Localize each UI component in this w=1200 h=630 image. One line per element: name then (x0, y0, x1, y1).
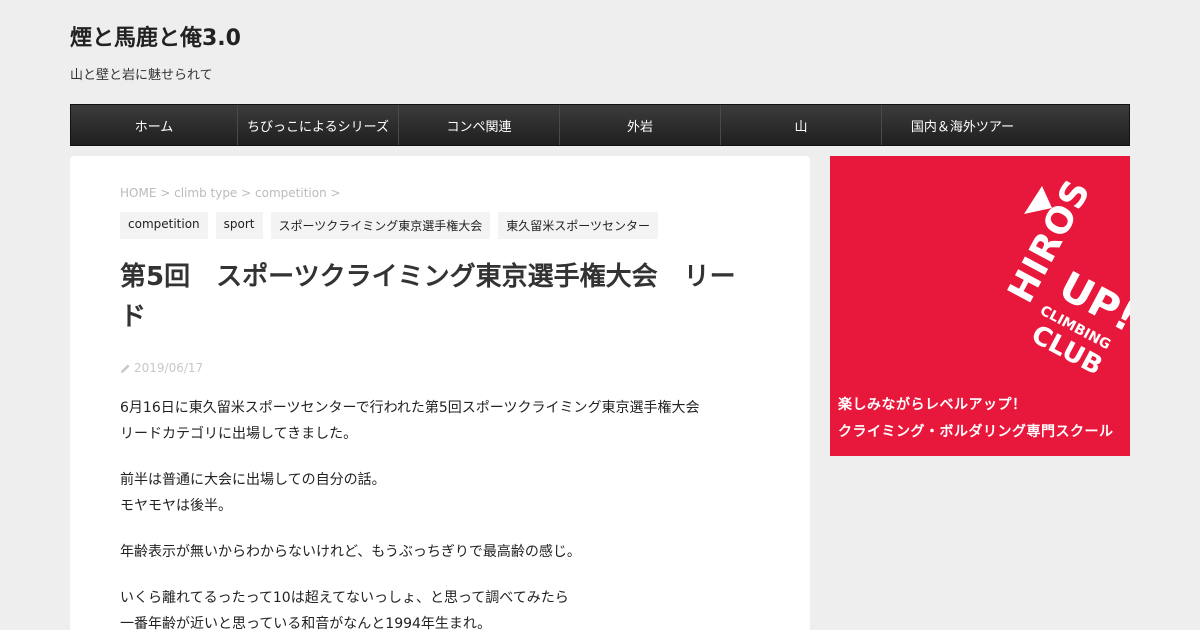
paragraph-line: モヤモヤは後半。 (120, 498, 232, 514)
paragraph-line: 一番年齢が近いと思っている和音がなんと1994年生まれ。 (120, 616, 492, 630)
nav-item-kids-series[interactable]: ちびっこによるシリーズ (238, 105, 399, 145)
paragraph: 年齢表示が無いからわからないけれど、もうぶっちぎりで最高齢の感じ。 (120, 539, 760, 565)
post-content: 6月16日に東久留米スポーツセンターで行われた第5回スポーツクライミング東京選手… (120, 395, 760, 630)
nav-item-home[interactable]: ホーム (71, 105, 238, 145)
paragraph: 6月16日に東久留米スポーツセンターで行われた第5回スポーツクライミング東京選手… (120, 395, 760, 447)
paragraph-line: 前半は普通に大会に出場しての自分の話。 (120, 472, 386, 488)
paragraph: いくら離れてるったって10は超えてないっしょ、と思って調べてみたら 一番年齢が近… (120, 585, 760, 630)
breadcrumb-competition[interactable]: competition (255, 186, 327, 200)
paragraph: 前半は普通に大会に出場しての自分の話。 モヤモヤは後半。 (120, 467, 760, 519)
breadcrumb-climb-type[interactable]: climb type (174, 186, 237, 200)
nav-item-competition[interactable]: コンペ関連 (399, 105, 560, 145)
site-description: 山と壁と岩に魅せられて (70, 68, 213, 83)
tag-tokyo-championship[interactable]: スポーツクライミング東京選手権大会 (270, 212, 491, 239)
post-date: 2019/06/17 (120, 361, 760, 375)
sidebar-ad-banner[interactable]: HIROS CLIMBING CLUB UP! 楽しみながらレベルアップ！ クラ… (830, 156, 1130, 456)
main-nav: ホーム ちびっこによるシリーズ コンペ関連 外岩 山 国内＆海外ツアー (70, 104, 1130, 146)
tag-sport[interactable]: sport (215, 212, 263, 239)
tag-list: competition sport スポーツクライミング東京選手権大会 東久留米… (120, 212, 760, 239)
ad-subtitle: クライミング・ボルダリング専門スクール (838, 424, 1114, 440)
breadcrumb: HOME > climb type > competition > (120, 186, 760, 204)
tag-higashikurume-sports-center[interactable]: 東久留米スポーツセンター (498, 212, 659, 239)
tag-competition[interactable]: competition (120, 212, 208, 239)
paragraph-line: 6月16日に東久留米スポーツセンターで行われた第5回スポーツクライミング東京選手… (120, 400, 700, 416)
pencil-icon (120, 363, 130, 373)
breadcrumb-separator: > (160, 186, 171, 200)
main-article: HOME > climb type > competition > compet… (70, 156, 810, 630)
nav-item-tours[interactable]: 国内＆海外ツアー (882, 105, 1043, 145)
breadcrumb-separator: > (241, 186, 252, 200)
paragraph-line: リードカテゴリに出場してきました。 (120, 426, 358, 442)
post-date-text: 2019/06/17 (134, 361, 204, 375)
breadcrumb-separator: > (330, 186, 341, 200)
paragraph-line: 年齢表示が無いからわからないけれど、もうぶっちぎりで最高齢の感じ。 (120, 544, 581, 560)
paragraph-line: いくら離れてるったって10は超えてないっしょ、と思って調べてみたら (120, 590, 569, 606)
post-title: 第5回 スポーツクライミング東京選手権大会 リード (120, 262, 736, 332)
nav-item-outdoor-rock[interactable]: 外岩 (560, 105, 721, 145)
breadcrumb-home[interactable]: HOME (120, 186, 156, 200)
nav-item-mountain[interactable]: 山 (721, 105, 882, 145)
ad-tagline: 楽しみながらレベルアップ！ (838, 397, 1027, 413)
site-title[interactable]: 煙と馬鹿と俺3.0 (70, 20, 241, 52)
